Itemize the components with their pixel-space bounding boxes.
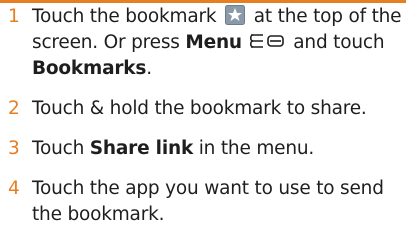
step-text: Touch & hold the bookmark to share. xyxy=(32,98,367,119)
instruction-steps: 1 Touch the bookmark at the top of the s… xyxy=(8,4,402,228)
step-3: 3 Touch Share link in the menu. xyxy=(8,136,402,162)
share-link-label: Share link xyxy=(89,138,194,159)
step-text: Touch Share link in the menu. xyxy=(32,138,315,159)
bookmarks-label: Bookmarks xyxy=(32,58,147,79)
step-number: 1 xyxy=(8,6,20,27)
menu-key-icon xyxy=(249,34,284,48)
menu-key-label: Menu xyxy=(185,32,242,53)
step-number: 4 xyxy=(8,178,20,199)
step-number: 2 xyxy=(8,98,20,119)
step-text: Touch the app you want to use to send th… xyxy=(32,178,384,225)
step-2: 2 Touch & hold the bookmark to share. xyxy=(8,96,402,122)
header-rule xyxy=(0,0,406,3)
step-text: Touch the bookmark at the top of the scr… xyxy=(32,5,402,79)
bookmark-star-icon xyxy=(225,5,246,25)
step-1: 1 Touch the bookmark at the top of the s… xyxy=(8,4,402,82)
step-number: 3 xyxy=(8,138,20,159)
step-4: 4 Touch the app you want to use to send … xyxy=(8,176,402,228)
